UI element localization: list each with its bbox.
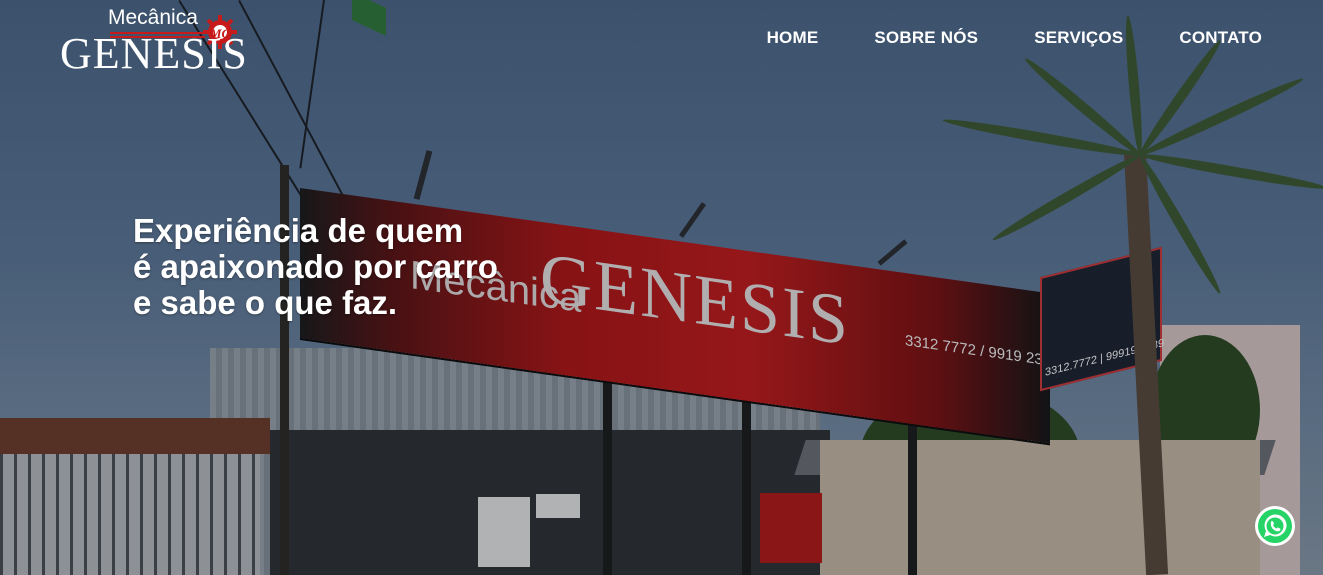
headline-line-2: é apaixonado por carro	[133, 248, 498, 285]
hero-headline: Experiência de quem é apaixonado por car…	[133, 213, 498, 321]
nav-contato[interactable]: CONTATO	[1179, 28, 1262, 48]
navbar: Mecânica MG GENESIS HOME SOBRE NÓS SERVI…	[0, 0, 1323, 80]
main-nav: HOME SOBRE NÓS SERVIÇOS CONTATO	[767, 28, 1262, 48]
whatsapp-icon	[1258, 509, 1292, 543]
hero-section: Mecânica GENESIS 3312 7772 / 9919 2389 3…	[0, 0, 1323, 575]
nav-sobre-nos[interactable]: SOBRE NÓS	[874, 28, 978, 48]
headline-line-1: Experiência de quem	[133, 212, 464, 249]
headline-line-3: e sabe o que faz.	[133, 284, 398, 321]
nav-servicos[interactable]: SERVIÇOS	[1034, 28, 1123, 48]
nav-home[interactable]: HOME	[767, 28, 819, 48]
whatsapp-button[interactable]	[1255, 506, 1295, 546]
brand-logo[interactable]: Mecânica MG GENESIS	[60, 6, 255, 78]
logo-small-text: Mecânica	[108, 6, 198, 29]
logo-main-text: GENESIS	[60, 29, 248, 78]
